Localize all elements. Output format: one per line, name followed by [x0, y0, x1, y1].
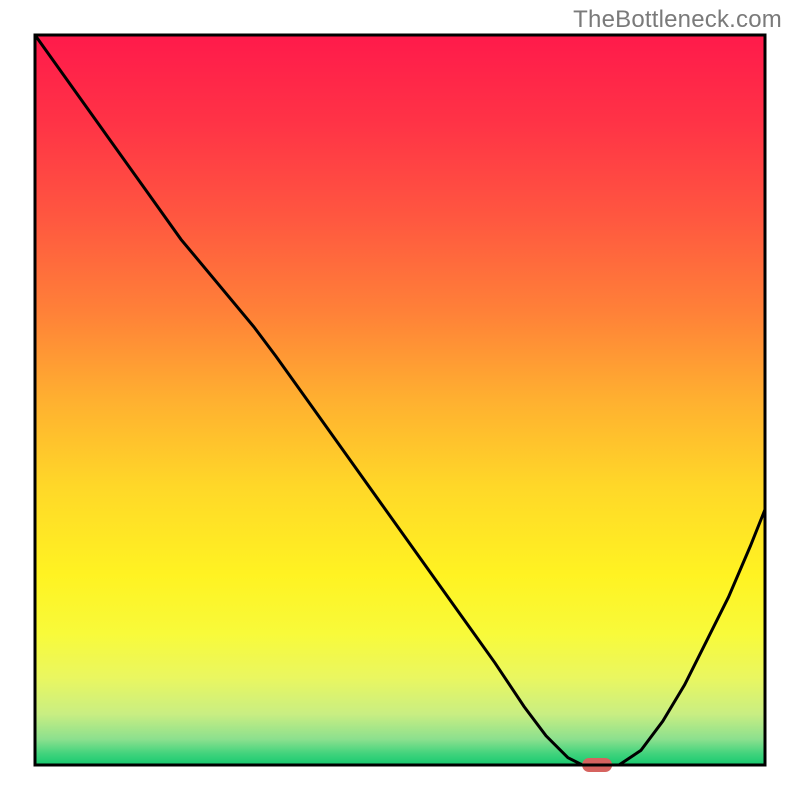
bottleneck-chart	[0, 0, 800, 800]
plot-background	[35, 35, 765, 765]
watermark-text: TheBottleneck.com	[573, 6, 782, 34]
chart-container: TheBottleneck.com	[0, 0, 800, 800]
